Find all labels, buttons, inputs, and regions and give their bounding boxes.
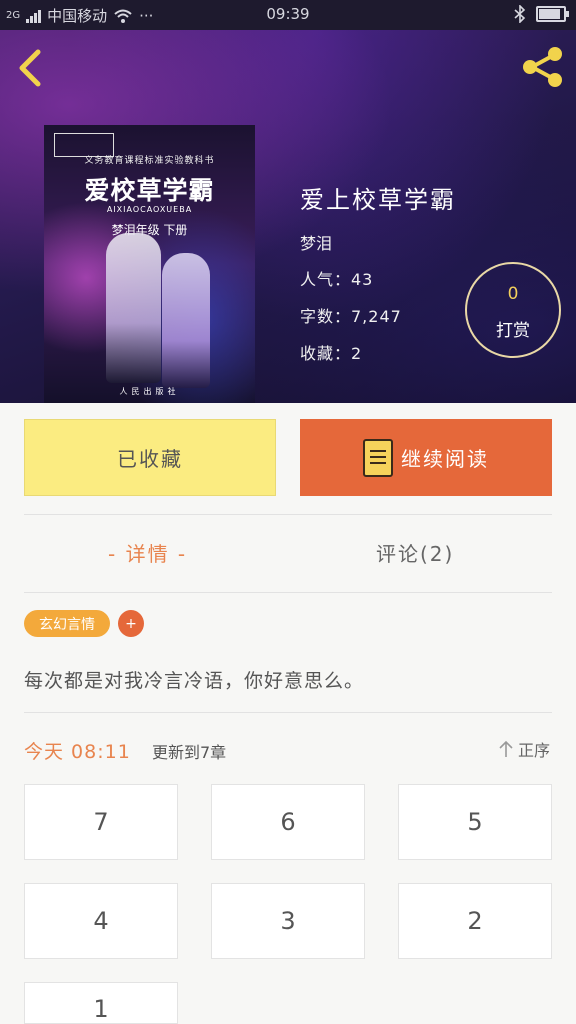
popularity-stat: 人气：43 <box>300 270 374 289</box>
add-tag-button[interactable]: + <box>118 610 144 637</box>
cover-figure <box>106 233 161 383</box>
book-author[interactable]: 梦泪 <box>300 230 332 254</box>
status-right <box>514 5 569 23</box>
chapter-item[interactable]: 3 <box>211 883 365 959</box>
cover-pinyin: AIXIAOCAOXUEBA <box>106 205 193 214</box>
chapter-item[interactable]: 6 <box>211 784 365 860</box>
continue-reading-button[interactable]: 继续阅读 <box>300 419 552 496</box>
book-cover[interactable]: 义务教育课程标准实验教科书 爱校草学霸 AIXIAOCAOXUEBA 梦泪年级 … <box>44 125 255 403</box>
favorite-button[interactable]: 已收藏 <box>24 419 276 496</box>
cover-figure <box>162 253 210 388</box>
back-button[interactable] <box>14 46 50 90</box>
status-bar: 2G 中国移动 ··· 09:39 <box>0 0 576 30</box>
sort-label: 正序 <box>517 741 550 760</box>
chapter-item[interactable]: 5 <box>398 784 552 860</box>
cover-publisher: 人民出版社 <box>119 387 180 396</box>
chapter-item[interactable]: 7 <box>24 784 178 860</box>
cover-series: 义务教育课程标准实验教科书 <box>84 156 215 166</box>
sort-button[interactable]: 正序 <box>498 737 550 761</box>
tab-comments[interactable]: 评论(2) <box>376 538 454 567</box>
share-icon <box>523 47 562 87</box>
word-count-stat: 字数：7,247 <box>300 307 402 326</box>
tip-count: 0 <box>507 284 519 304</box>
synopsis: 每次都是对我冷言冷语，你好意思么。 <box>24 670 365 692</box>
divider <box>24 712 552 713</box>
share-button[interactable] <box>520 44 566 90</box>
continue-reading-label: 继续阅读 <box>401 447 489 471</box>
book-title: 爱上校草学霸 <box>300 186 456 214</box>
genre-tag[interactable]: 玄幻言情 <box>24 610 110 637</box>
update-text: 更新到7章 <box>152 743 227 762</box>
divider <box>24 592 552 593</box>
chapter-item[interactable]: 2 <box>398 883 552 959</box>
book-header: 义务教育课程标准实验教科书 爱校草学霸 AIXIAOCAOXUEBA 梦泪年级 … <box>0 30 576 403</box>
book-icon <box>363 438 393 477</box>
favorites-stat: 收藏：2 <box>300 344 363 363</box>
tab-detail[interactable]: - 详情 - <box>108 538 187 567</box>
tip-button[interactable]: 0 打赏 <box>465 262 561 358</box>
chapter-item[interactable]: 1 <box>24 982 178 1024</box>
divider <box>24 514 552 515</box>
chevron-left-icon <box>19 49 41 87</box>
status-time: 09:39 <box>266 5 310 23</box>
bluetooth-icon <box>514 5 526 23</box>
battery-icon <box>536 6 569 22</box>
arrow-up-icon <box>499 740 513 757</box>
tip-label: 打赏 <box>496 321 530 341</box>
cover-title: 爱校草学霸 <box>84 176 215 205</box>
chapter-item[interactable]: 4 <box>24 883 178 959</box>
update-time: 今天 08:11 <box>24 741 131 763</box>
